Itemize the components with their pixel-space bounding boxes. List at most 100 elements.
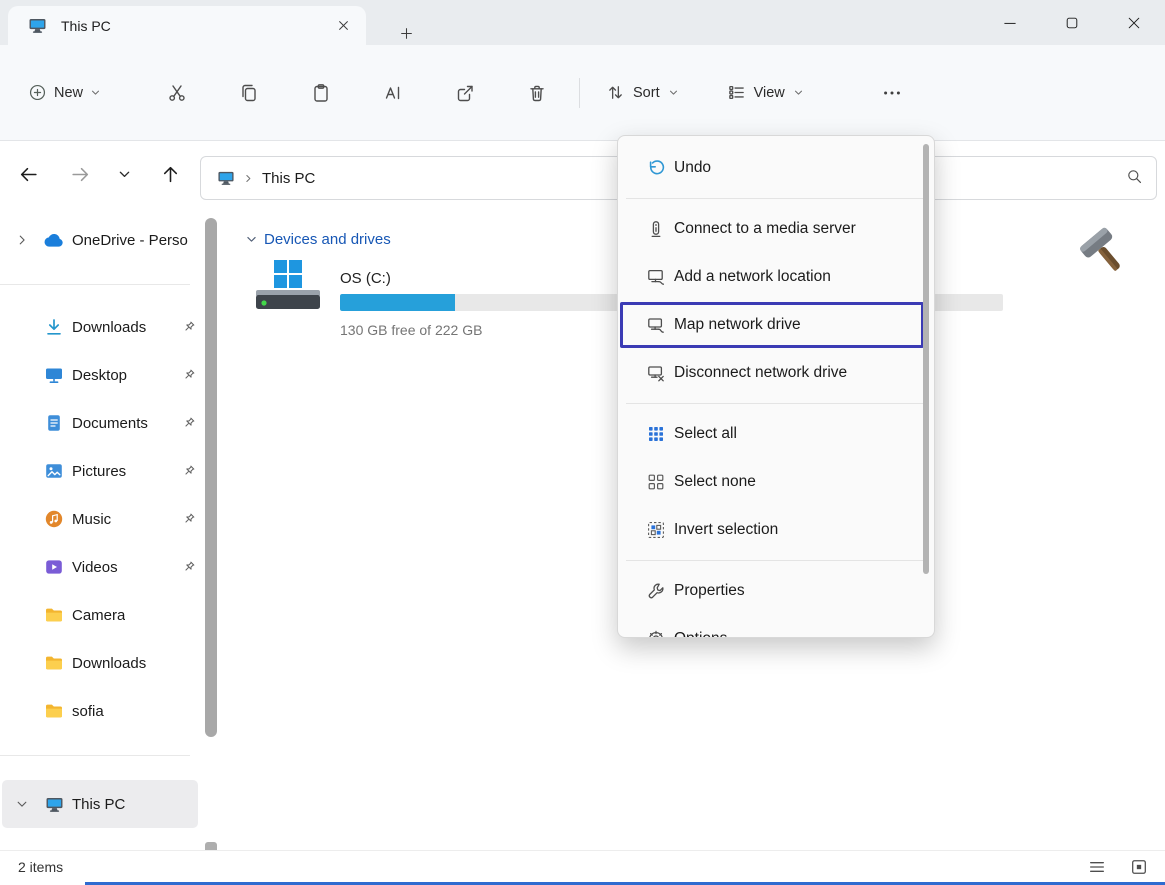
group-header-devices-and-drives[interactable]: Devices and drives [245, 231, 391, 248]
see-more-button[interactable] [870, 75, 914, 111]
select-none-icon [646, 472, 666, 492]
menu-scrollbar[interactable] [923, 144, 929, 574]
menu-item-invert-selection[interactable]: Invert selection [618, 506, 934, 554]
pictures-icon [44, 461, 64, 481]
cut-icon[interactable] [157, 75, 197, 111]
chevron-down-icon[interactable] [245, 233, 258, 246]
sidebar-item-documents[interactable]: Documents [0, 399, 200, 447]
details-view-icon[interactable] [1085, 855, 1109, 879]
sidebar-item-label: OneDrive - Perso [72, 232, 188, 249]
menu-item-select-all[interactable]: Select all [618, 410, 934, 458]
view-icon [727, 83, 746, 102]
sidebar-item-label: Downloads [72, 655, 146, 672]
menu-item-label: Connect to a media server [674, 220, 856, 238]
this-pc-icon [28, 16, 47, 35]
menu-separator [626, 560, 926, 561]
sidebar-item-videos[interactable]: Videos [0, 543, 200, 591]
disconnect-network-drive-icon [646, 363, 666, 383]
share-icon[interactable] [445, 75, 485, 111]
breadcrumb-this-pc[interactable]: This PC [262, 170, 315, 187]
sidebar-item-music[interactable]: Music [0, 495, 200, 543]
sidebar-item-label: Desktop [72, 367, 127, 384]
chevron-down-icon [668, 87, 679, 98]
sidebar-item-desktop[interactable]: Desktop [0, 351, 200, 399]
group-header-label: Devices and drives [264, 231, 391, 248]
menu-item-map-network-drive[interactable]: Map network drive [618, 301, 934, 349]
sidebar-item-downloads-folder[interactable]: Downloads [0, 639, 200, 687]
menu-item-label: Undo [674, 159, 711, 177]
drive-name[interactable]: OS (C:) [340, 270, 391, 287]
sidebar-item-downloads[interactable]: Downloads [0, 303, 200, 351]
folder-icon [44, 701, 64, 721]
folder-icon [44, 653, 64, 673]
copy-icon[interactable] [229, 75, 269, 111]
pin-icon [182, 512, 196, 526]
forward-button[interactable] [62, 156, 98, 192]
up-button[interactable] [152, 156, 188, 192]
chevron-down-icon[interactable] [12, 797, 32, 811]
chevron-right-icon[interactable] [12, 233, 32, 247]
close-button[interactable] [1103, 0, 1165, 45]
downloads-icon [44, 317, 64, 337]
maximize-button[interactable] [1041, 0, 1103, 45]
desktop-icon [44, 365, 64, 385]
minimize-button[interactable] [979, 0, 1041, 45]
menu-item-label: Select none [674, 473, 756, 491]
sort-button[interactable]: Sort [596, 75, 689, 111]
menu-item-add-network-location[interactable]: Add a network location [618, 253, 934, 301]
select-all-icon [646, 424, 666, 444]
sidebar-item-label: sofia [72, 703, 104, 720]
menu-item-select-none[interactable]: Select none [618, 458, 934, 506]
status-bar: 2 items [0, 850, 1165, 883]
drive-usage-bar [340, 294, 620, 311]
back-button[interactable] [10, 156, 46, 192]
delete-icon[interactable] [517, 75, 557, 111]
sidebar-item-onedrive[interactable]: OneDrive - Perso [0, 216, 200, 264]
undo-icon [646, 158, 666, 178]
sidebar-item-camera[interactable]: Camera [0, 591, 200, 639]
toolbar: New Sort View [0, 45, 1165, 141]
menu-separator [626, 198, 926, 199]
see-more-menu: Undo Connect to a media server Add a net… [617, 135, 935, 638]
sidebar-item-label: Downloads [72, 319, 146, 336]
search-icon[interactable] [1126, 168, 1143, 185]
menu-item-options[interactable]: Options [618, 615, 934, 638]
sidebar-item-label: Pictures [72, 463, 126, 480]
menu-item-connect-media-server[interactable]: Connect to a media server [618, 205, 934, 253]
media-server-icon [646, 219, 666, 239]
view-button-label: View [754, 85, 785, 101]
chevron-right-icon [243, 173, 254, 184]
hammer-cursor-icon [1076, 224, 1132, 280]
menu-item-disconnect-network-drive[interactable]: Disconnect network drive [618, 349, 934, 397]
menu-item-properties[interactable]: Properties [618, 567, 934, 615]
pin-icon [182, 320, 196, 334]
recent-locations-chevron-icon[interactable] [106, 156, 142, 192]
view-button[interactable]: View [717, 75, 814, 111]
sidebar-item-pictures[interactable]: Pictures [0, 447, 200, 495]
documents-icon [44, 413, 64, 433]
tab-close-icon[interactable] [330, 14, 356, 38]
folder-icon [44, 605, 64, 625]
window-controls [979, 0, 1165, 45]
os-drive-icon[interactable] [252, 258, 326, 316]
pin-icon [182, 368, 196, 382]
tab-this-pc[interactable]: This PC [8, 6, 366, 45]
sidebar-item-sofia[interactable]: sofia [0, 687, 200, 735]
pin-icon [182, 560, 196, 574]
rename-icon[interactable] [373, 75, 413, 111]
this-pc-icon [217, 169, 235, 187]
sidebar-separator [0, 284, 190, 285]
chevron-down-icon [793, 87, 804, 98]
sidebar-item-this-pc[interactable]: This PC [2, 780, 198, 828]
menu-item-label: Select all [674, 425, 737, 443]
thumbnail-view-icon[interactable] [1127, 855, 1151, 879]
menu-item-undo[interactable]: Undo [618, 144, 934, 192]
pin-icon [182, 464, 196, 478]
new-tab-button[interactable] [392, 20, 420, 46]
new-button[interactable]: New [18, 75, 111, 111]
invert-selection-icon [646, 520, 666, 540]
menu-item-label: Options [674, 630, 727, 638]
sidebar-scrollbar[interactable] [205, 218, 217, 737]
paste-icon[interactable] [301, 75, 341, 111]
navigation-pane: OneDrive - Perso Downloads Desktop Docum… [0, 210, 200, 850]
